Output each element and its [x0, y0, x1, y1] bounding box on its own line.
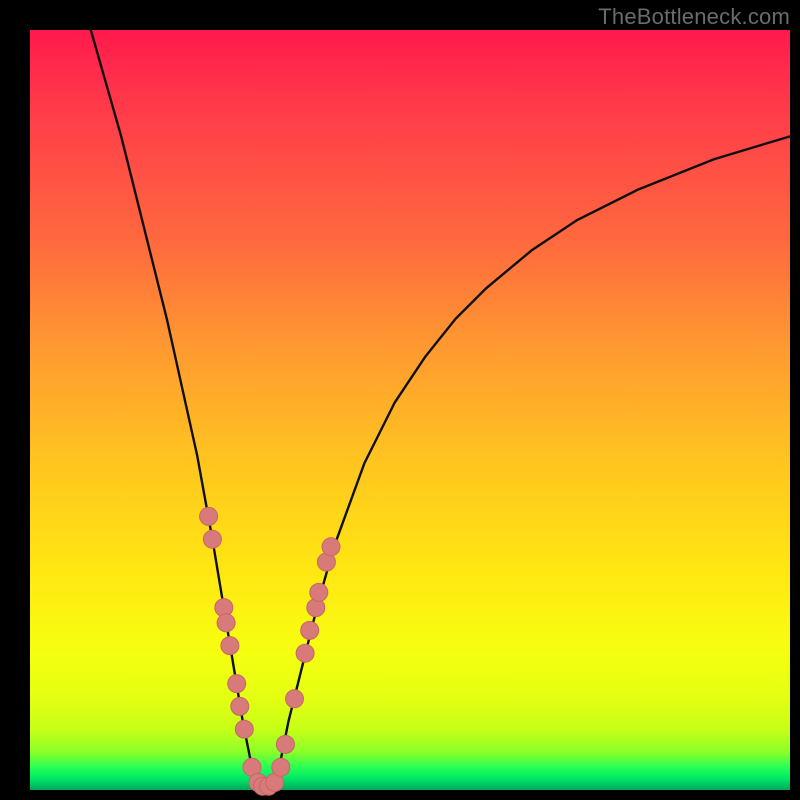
plot-area [30, 30, 790, 790]
curve-marker [296, 644, 314, 662]
curve-marker [200, 507, 218, 525]
chart-svg [30, 30, 790, 790]
curve-marker [221, 637, 239, 655]
watermark-text: TheBottleneck.com [598, 4, 790, 30]
bottleneck-curve [91, 30, 790, 790]
curve-marker [228, 675, 246, 693]
curve-marker [310, 583, 328, 601]
curve-marker [231, 697, 249, 715]
curve-marker [301, 621, 319, 639]
curve-marker [322, 538, 340, 556]
curve-marker [217, 614, 235, 632]
curve-markers [200, 507, 340, 795]
curve-marker [235, 720, 253, 738]
curve-marker [203, 530, 221, 548]
curve-marker [276, 735, 294, 753]
curve-marker [272, 758, 290, 776]
curve-marker [286, 690, 304, 708]
chart-frame: TheBottleneck.com [0, 0, 800, 800]
